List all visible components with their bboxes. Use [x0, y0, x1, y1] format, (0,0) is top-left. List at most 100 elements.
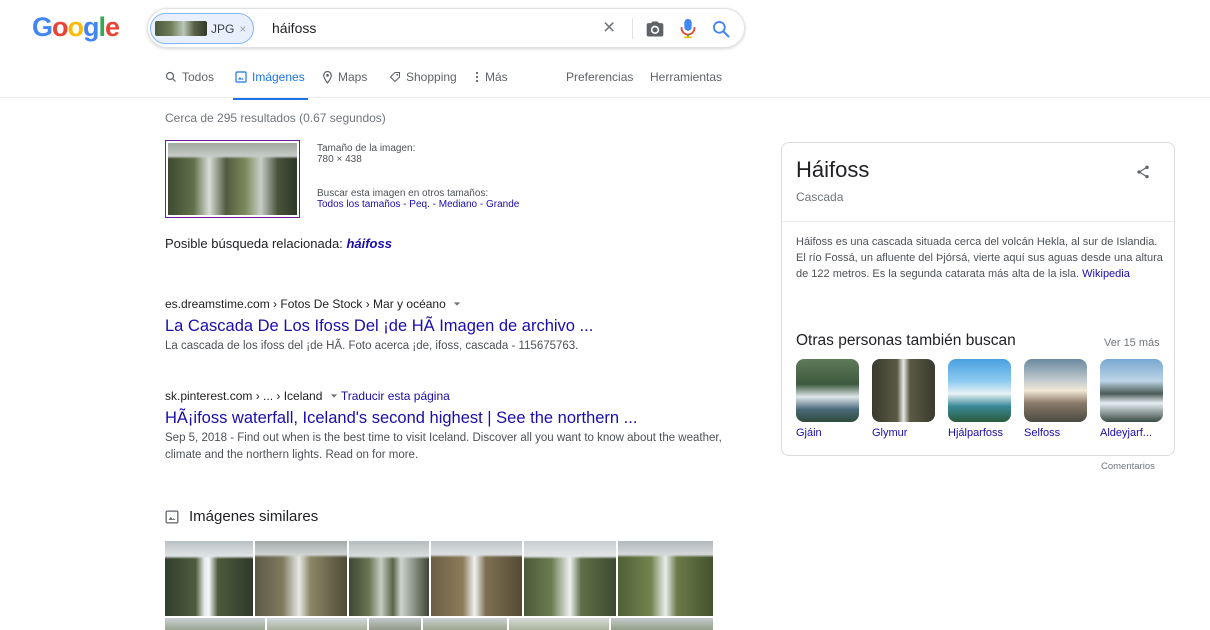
- related-label: Posible búsqueda relacionada:: [165, 236, 343, 251]
- size-value: 780 × 438: [317, 154, 362, 165]
- size-link-all[interactable]: Todos los tamaños: [317, 199, 400, 210]
- query-image-thumbnail[interactable]: [165, 140, 300, 218]
- chip-thumbnail: [155, 21, 207, 36]
- size-separator: -: [477, 199, 486, 210]
- related-entity[interactable]: Gjáin: [796, 359, 859, 439]
- tab-mas[interactable]: Más: [474, 70, 508, 84]
- related-entity-image: [872, 359, 935, 422]
- logo-letter: g: [83, 12, 99, 42]
- result-snippet: Sep 5, 2018 - Find out when is the best …: [165, 432, 722, 461]
- image-chip[interactable]: JPG ×: [150, 13, 254, 44]
- feedback-link[interactable]: Comentarios: [1101, 461, 1155, 472]
- waterfall-image: [168, 143, 297, 215]
- kp-description: Háifoss es una cascada situada cerca del…: [796, 234, 1164, 282]
- related-entity[interactable]: Selfoss: [1024, 359, 1087, 439]
- tab-preferencias[interactable]: Preferencias: [566, 70, 633, 84]
- knowledge-panel: Háifoss Cascada Háifoss es una cascada s…: [781, 142, 1175, 456]
- similar-image[interactable]: [255, 541, 347, 616]
- camera-icon[interactable]: [645, 19, 665, 39]
- chip-close-icon[interactable]: ×: [239, 22, 246, 36]
- tab-label: Maps: [338, 70, 368, 84]
- divider: [632, 18, 633, 39]
- image-icon: [235, 71, 247, 83]
- wikipedia-link[interactable]: Wikipedia: [1082, 268, 1130, 280]
- chip-label: JPG: [211, 21, 235, 36]
- map-pin-icon: [323, 70, 332, 84]
- related-entity-name: Gjáin: [796, 427, 822, 439]
- image-icon: [165, 510, 179, 523]
- logo-letter: o: [67, 12, 84, 42]
- search-icon[interactable]: [711, 19, 731, 39]
- result-snippet: La cascada de los ifoss del ¡de HÃ. Foto…: [165, 340, 579, 352]
- kp-subtitle: Cascada: [796, 190, 844, 204]
- related-entity-image: [796, 359, 859, 422]
- similar-images-heading: Imágenes similares: [165, 508, 318, 525]
- logo-letter: G: [32, 12, 53, 42]
- tab-label: Preferencias: [566, 70, 634, 84]
- similar-image[interactable]: [423, 618, 507, 630]
- result-url: sk.pinterest.com › ... › Iceland: [165, 389, 323, 403]
- search-icon: [165, 71, 176, 82]
- tab-label: Herramientas: [650, 70, 723, 84]
- related-entity-name: Selfoss: [1024, 427, 1061, 439]
- similar-image[interactable]: [431, 541, 522, 616]
- tab-shopping[interactable]: Shopping: [389, 70, 457, 84]
- related-entity-name: Glymur: [872, 427, 908, 439]
- size-label: Tamaño de la imagen:: [317, 143, 416, 154]
- size-link-medium[interactable]: Mediano: [439, 199, 477, 210]
- similar-image[interactable]: [524, 541, 616, 616]
- other-sizes: Buscar esta imagen en otros tamaños: Tod…: [317, 188, 519, 210]
- tab-maps[interactable]: Maps: [322, 70, 367, 84]
- result-title-link[interactable]: La Cascada De Los Ifoss Del ¡de HÃ Image…: [165, 317, 725, 336]
- size-link-large[interactable]: Grande: [486, 199, 519, 210]
- tab-todos[interactable]: Todos: [165, 70, 214, 84]
- dropdown-arrow-icon[interactable]: [330, 392, 338, 400]
- related-search: Posible búsqueda relacionada: háifoss: [165, 236, 392, 251]
- similar-image[interactable]: [611, 618, 713, 630]
- other-sizes-label: Buscar esta imagen en otros tamaños:: [317, 188, 489, 199]
- related-query-link[interactable]: háifoss: [346, 236, 392, 251]
- microphone-icon[interactable]: [679, 18, 697, 40]
- result-breadcrumb: sk.pinterest.com › ... › Iceland Traduci…: [165, 389, 725, 405]
- size-separator: -: [429, 199, 439, 210]
- tab-imagenes[interactable]: Imágenes: [235, 70, 305, 84]
- similar-image[interactable]: [165, 541, 253, 616]
- search-result: es.dreamstime.com › Fotos De Stock › Mar…: [165, 297, 725, 355]
- google-logo[interactable]: Google: [32, 12, 120, 43]
- related-entity[interactable]: Aldeyjarf...: [1100, 359, 1163, 439]
- similar-images-grid: [165, 541, 713, 630]
- size-link-small[interactable]: Peq.: [409, 199, 430, 210]
- kp-divider: [782, 221, 1174, 222]
- search-box[interactable]: JPG × háifoss ×: [147, 8, 745, 48]
- similar-image[interactable]: [618, 541, 713, 616]
- tag-icon: [389, 71, 401, 83]
- related-entity-name: Aldeyjarf...: [1100, 427, 1152, 439]
- search-input[interactable]: háifoss: [272, 20, 316, 36]
- logo-letter: e: [105, 12, 120, 42]
- see-more-link[interactable]: Ver 15 más: [1104, 337, 1160, 349]
- search-result: sk.pinterest.com › ... › Iceland Traduci…: [165, 389, 725, 464]
- share-icon[interactable]: [1135, 163, 1151, 181]
- similar-image[interactable]: [165, 618, 265, 630]
- translate-link[interactable]: Traducir esta página: [341, 389, 450, 403]
- dropdown-arrow-icon[interactable]: [453, 300, 461, 308]
- result-title-link[interactable]: HÃ¡ifoss waterfall, Iceland's second hig…: [165, 409, 725, 428]
- clear-icon[interactable]: ×: [603, 17, 615, 39]
- related-entity[interactable]: Hjálparfoss: [948, 359, 1011, 439]
- related-entity[interactable]: Glymur: [872, 359, 935, 439]
- tab-label: Shopping: [406, 70, 457, 84]
- image-size-info: Tamaño de la imagen: 780 × 438: [317, 143, 415, 165]
- size-links: Todos los tamaños - Peq. - Mediano - Gra…: [317, 199, 519, 210]
- result-breadcrumb: es.dreamstime.com › Fotos De Stock › Mar…: [165, 297, 725, 313]
- related-entity-image: [948, 359, 1011, 422]
- tab-herramientas[interactable]: Herramientas: [650, 70, 722, 84]
- tab-label: Más: [485, 70, 508, 84]
- similar-image[interactable]: [267, 618, 367, 630]
- similar-image[interactable]: [369, 618, 421, 630]
- similar-image[interactable]: [349, 541, 429, 616]
- size-separator: -: [400, 199, 410, 210]
- logo-letter: o: [52, 12, 68, 42]
- similar-heading-label: Imágenes similares: [189, 508, 319, 525]
- tab-label: Todos: [182, 70, 215, 84]
- similar-image[interactable]: [509, 618, 609, 630]
